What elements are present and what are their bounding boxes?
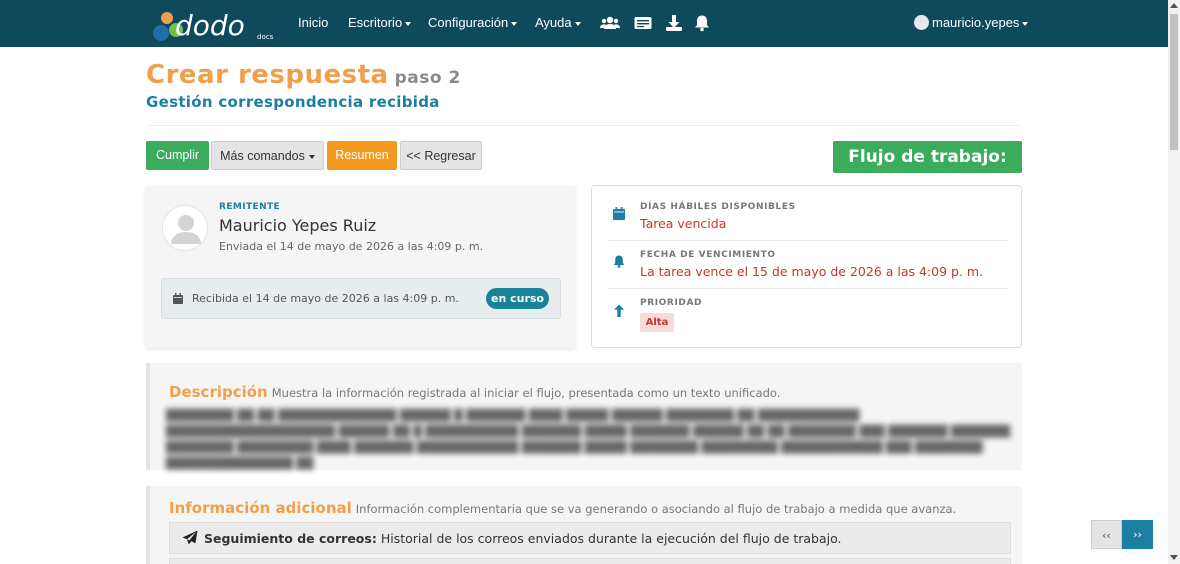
description-section: Descripción Muestra la información regist… — [146, 363, 1022, 470]
calendar-icon — [173, 293, 183, 304]
sender-avatar — [162, 205, 208, 251]
prev-page-button[interactable]: ‹‹ — [1091, 520, 1122, 549]
chevron-down-icon — [405, 21, 412, 26]
page-step: paso 2 — [394, 68, 461, 88]
sender-label: REMITENTE — [219, 202, 281, 212]
additional-title: Información adicional Información complem… — [169, 499, 957, 517]
bell-icon[interactable] — [693, 14, 711, 32]
back-button[interactable]: << Regresar — [400, 141, 482, 170]
chevron-down-icon — [511, 21, 518, 26]
download-icon[interactable] — [665, 14, 683, 32]
days-value: Tarea vencida — [640, 216, 727, 231]
arrow-up-icon — [614, 304, 624, 317]
header-divider — [146, 125, 1022, 126]
svg-text:dodo: dodo — [175, 9, 245, 42]
id-card-icon[interactable] — [634, 14, 652, 32]
summary-button[interactable]: Resumen — [327, 141, 397, 170]
info-divider — [608, 288, 1008, 289]
calendar-icon — [613, 207, 625, 220]
scroll-down-icon[interactable] — [1170, 555, 1178, 560]
sender-name: Mauricio Yepes Ruiz — [219, 216, 377, 235]
users-icon[interactable] — [600, 14, 620, 32]
status-badge: en curso — [486, 288, 549, 309]
nav-configuracion[interactable]: Configuración — [428, 15, 518, 30]
fulfill-button[interactable]: Cumplir — [146, 141, 209, 170]
nav-inicio[interactable]: Inicio — [298, 15, 328, 30]
user-avatar[interactable] — [914, 15, 929, 30]
additional-desc: Información complementaria que se va gen… — [355, 502, 957, 516]
nav-escritorio[interactable]: Escritorio — [348, 15, 412, 30]
additional-info-section: Información adicional Información complem… — [146, 486, 1022, 564]
scroll-thumb[interactable] — [1170, 14, 1178, 150]
mail-tracking-bar[interactable]: Seguimiento de correos: Historial de los… — [169, 522, 1011, 554]
priority-label: PRIORIDAD — [640, 298, 703, 308]
dodo-logo[interactable]: dodo docs — [150, 6, 276, 42]
sent-date: Enviada el 14 de mayo de 2026 a las 4:09… — [219, 240, 484, 253]
next-page-button[interactable]: ›› — [1122, 520, 1153, 549]
page-title: Crear respuesta paso 2 — [146, 60, 461, 90]
list-item — [169, 558, 1011, 564]
scroll-up-icon[interactable] — [1170, 3, 1178, 8]
person-icon — [171, 215, 201, 244]
days-label: DÍAS HÁBILES DISPONIBLES — [640, 202, 796, 212]
received-date: Recibida el 14 de mayo de 2026 a las 4:0… — [192, 292, 459, 305]
nav-ayuda[interactable]: Ayuda — [535, 15, 581, 30]
received-box: Recibida el 14 de mayo de 2026 a las 4:0… — [161, 278, 561, 319]
description-desc: Muestra la información registrada al ini… — [271, 386, 781, 400]
info-divider — [608, 240, 1008, 241]
due-value: La tarea vence el 15 de mayo de 2026 a l… — [640, 264, 984, 279]
priority-badge: Alta — [640, 313, 674, 332]
chevron-down-icon — [308, 154, 315, 159]
description-blurred-content: ████████ ██ ██ ██████████████ ██████ █ █… — [166, 409, 1011, 470]
description-title: Descripción Muestra la información regist… — [169, 383, 781, 401]
task-info-card: DÍAS HÁBILES DISPONIBLES Tarea vencida F… — [591, 185, 1022, 348]
sender-card: REMITENTE Mauricio Yepes Ruiz Enviada el… — [146, 186, 575, 348]
svg-text:docs: docs — [257, 33, 274, 41]
chevron-down-icon — [574, 21, 581, 26]
user-menu[interactable]: mauricio.yepes — [932, 15, 1029, 30]
chevron-down-icon — [1022, 21, 1029, 26]
mail-tracking-text: Seguimiento de correos: Historial de los… — [204, 531, 842, 546]
bell-icon — [613, 255, 625, 268]
more-commands-button[interactable]: Más comandos — [211, 141, 324, 170]
page-scrollbar[interactable] — [1168, 0, 1180, 564]
due-label: FECHA DE VENCIMIENTO — [640, 250, 776, 260]
paper-plane-icon — [182, 530, 198, 545]
top-navbar: dodo docs Inicio Escritorio Configuració… — [0, 0, 1168, 47]
workflow-badge: Flujo de trabajo: 2747 — [833, 141, 1022, 199]
page-subtitle: Gestión correspondencia recibida — [146, 93, 440, 111]
